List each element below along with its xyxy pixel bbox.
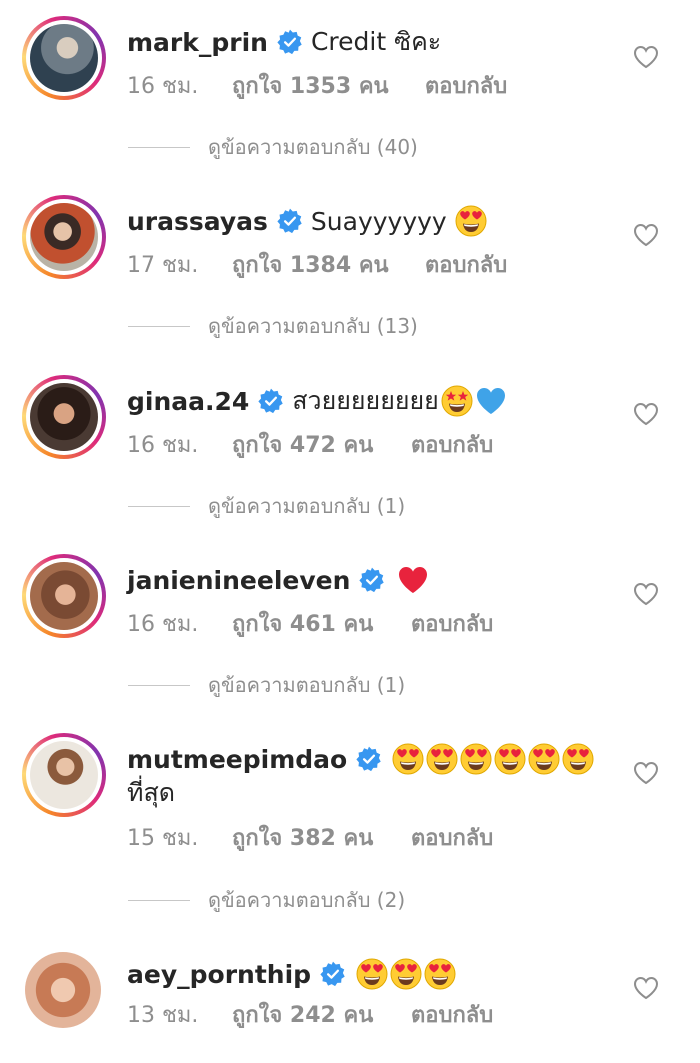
- divider: [128, 505, 190, 507]
- view-replies-link[interactable]: ดูข้อความตอบกลับ (2): [128, 885, 548, 915]
- verified-badge-icon: [277, 29, 303, 55]
- reply-button[interactable]: ตอบกลับ: [411, 997, 493, 1032]
- reply-button[interactable]: ตอบกลับ: [425, 247, 507, 282]
- verified-badge-icon: [258, 388, 284, 414]
- avatar[interactable]: [22, 16, 106, 100]
- comment-likes-link[interactable]: ถูกใจ 242 คน: [232, 997, 373, 1032]
- comment-username[interactable]: janienineeleven: [127, 566, 350, 595]
- comment-text-continued: ที่สุด: [127, 778, 175, 807]
- heart-outline-icon[interactable]: [633, 761, 659, 785]
- avatar[interactable]: [25, 952, 101, 1028]
- comment-username[interactable]: mark_prin: [127, 28, 268, 57]
- comment-likes-link[interactable]: ถูกใจ 1384 คน: [232, 247, 389, 282]
- divider: [128, 325, 190, 327]
- view-replies-link[interactable]: ดูข้อความตอบกลับ (40): [128, 132, 548, 162]
- avatar-photo: [30, 24, 98, 92]
- heart-eyes-emoji-icon: [494, 743, 526, 775]
- divider: [128, 899, 190, 901]
- verified-badge-icon: [356, 746, 382, 772]
- comment-time: 16 ชม.: [127, 433, 199, 458]
- comment-likes-link[interactable]: ถูกใจ 472 คน: [232, 427, 373, 462]
- verified-badge-icon: [320, 961, 346, 987]
- divider: [128, 146, 190, 148]
- heart-eyes-emoji-icon: [392, 743, 424, 775]
- avatar[interactable]: [22, 195, 106, 279]
- heart-eyes-emoji-icon: [424, 958, 456, 990]
- comment-time: 17 ชม.: [127, 253, 199, 278]
- comment-username[interactable]: mutmeepimdao: [127, 745, 347, 774]
- heart-outline-icon[interactable]: [633, 45, 659, 69]
- divider: [128, 684, 190, 686]
- heart-outline-icon[interactable]: [633, 402, 659, 426]
- comment-text: Suayyyyyy: [310, 206, 447, 236]
- avatar-photo: [30, 383, 98, 451]
- reply-button[interactable]: ตอบกลับ: [425, 68, 507, 103]
- avatar[interactable]: [22, 733, 106, 817]
- heart-outline-icon[interactable]: [633, 223, 659, 247]
- avatar-photo: [30, 562, 98, 630]
- heart-outline-icon[interactable]: [633, 582, 659, 606]
- comment-username[interactable]: urassayas: [127, 207, 268, 236]
- comment-time: 13 ชม.: [127, 1003, 199, 1028]
- view-replies-link[interactable]: ดูข้อความตอบกลับ (1): [128, 491, 548, 521]
- avatar-photo: [25, 952, 101, 1028]
- red-heart-emoji-icon: [397, 564, 429, 596]
- verified-badge-icon: [359, 567, 385, 593]
- reply-button[interactable]: ตอบกลับ: [411, 606, 493, 641]
- reply-button[interactable]: ตอบกลับ: [411, 820, 493, 855]
- reply-button[interactable]: ตอบกลับ: [411, 427, 493, 462]
- comment-username[interactable]: ginaa.24: [127, 387, 249, 416]
- view-replies-label: ดูข้อความตอบกลับ (1): [208, 673, 406, 697]
- view-replies-label: ดูข้อความตอบกลับ (13): [208, 314, 418, 338]
- heart-eyes-emoji-icon: [528, 743, 560, 775]
- comment-username[interactable]: aey_pornthip: [127, 960, 311, 989]
- view-replies-label: ดูข้อความตอบกลับ (1): [208, 494, 406, 518]
- avatar-photo: [30, 203, 98, 271]
- view-replies-label: ดูข้อความตอบกลับ (40): [208, 135, 418, 159]
- blue-heart-emoji-icon: [475, 385, 507, 417]
- view-replies-link[interactable]: ดูข้อความตอบกลับ (1): [128, 670, 548, 700]
- comment-time: 15 ชม.: [127, 826, 199, 851]
- view-replies-label: ดูข้อความตอบกลับ (2): [208, 888, 406, 912]
- heart-eyes-emoji-icon: [426, 743, 458, 775]
- comment-time: 16 ชม.: [127, 74, 199, 99]
- heart-eyes-emoji-icon: [390, 958, 422, 990]
- view-replies-link[interactable]: ดูข้อความตอบกลับ (13): [128, 311, 548, 341]
- avatar[interactable]: [22, 375, 106, 459]
- heart-eyes-emoji-icon: [356, 958, 388, 990]
- heart-outline-icon[interactable]: [633, 976, 659, 1000]
- comment-time: 16 ชม.: [127, 612, 199, 637]
- comments-feed: mark_prin Credit ซิคะ 16 ชม. ถูกใจ 1353 …: [0, 0, 700, 1063]
- avatar-photo: [30, 741, 98, 809]
- star-struck-emoji-icon: [441, 385, 473, 417]
- comment-likes-link[interactable]: ถูกใจ 382 คน: [232, 820, 373, 855]
- heart-eyes-emoji-icon: [460, 743, 492, 775]
- comment-text: Credit ซิคะ: [310, 27, 442, 56]
- verified-badge-icon: [277, 208, 303, 234]
- avatar[interactable]: [22, 554, 106, 638]
- comment-text: สวยยยยยยยย: [292, 386, 439, 415]
- comment-likes-link[interactable]: ถูกใจ 1353 คน: [232, 68, 389, 103]
- comment-likes-link[interactable]: ถูกใจ 461 คน: [232, 606, 373, 641]
- heart-eyes-emoji-icon: [562, 743, 594, 775]
- heart-eyes-emoji-icon: [455, 205, 487, 237]
